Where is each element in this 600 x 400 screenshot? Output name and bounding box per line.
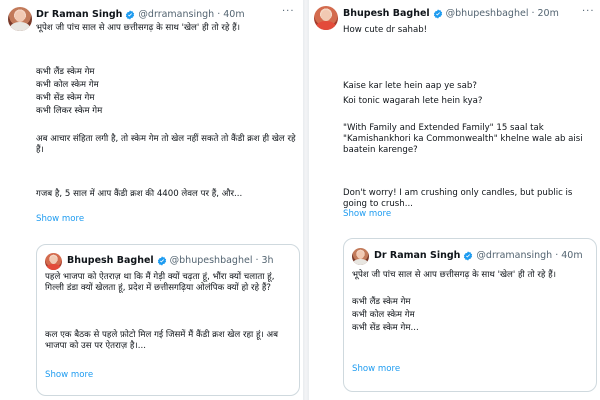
avatar-raman-singh[interactable] <box>8 7 32 31</box>
tweet-text-line: "With Family and Extended Family" 15 saa… <box>343 123 583 156</box>
tweet-time[interactable]: · 40m <box>217 9 244 20</box>
tweet-text-line: कभी लैंड स्केम गेम <box>36 67 95 77</box>
avatar-raman-singh <box>352 248 369 265</box>
show-more-link[interactable]: Show more <box>36 214 84 224</box>
author-name[interactable]: Dr Raman Singh <box>36 9 122 20</box>
show-more-link[interactable]: Show more <box>343 209 391 219</box>
quoted-author-line: Dr Raman Singh @drramansingh · 40m <box>374 250 583 261</box>
quoted-author-handle: @bhupeshbaghel <box>169 255 253 266</box>
verified-badge-icon <box>433 8 442 19</box>
quoted-tweet[interactable]: Dr Raman Singh @drramansingh · 40m भूपेश… <box>343 238 597 392</box>
tweet-text-line: अब आचार संहिता लगी है, तो स्केम गेम तो ख… <box>36 134 296 156</box>
quoted-author-name: Bhupesh Baghel <box>67 255 154 266</box>
tweet-text-line: Kaise kar lete hein aap ye sab? <box>343 81 477 91</box>
quoted-author-line: Bhupesh Baghel @bhupeshbaghel · 3h <box>67 255 274 266</box>
verified-badge-icon <box>126 9 135 20</box>
left-author-line: Dr Raman Singh @drramansingh · 40m <box>36 9 245 20</box>
quoted-text-line: कभी सेंड स्केम गेम... <box>352 323 419 333</box>
quoted-author-handle: @drramansingh <box>476 250 553 261</box>
left-tweet-card: Dr Raman Singh @drramansingh · 40m ··· भ… <box>0 0 303 400</box>
quoted-show-more-link[interactable]: Show more <box>45 370 93 380</box>
tweet-text-line: कभी सेंड स्केम गेम <box>36 93 95 103</box>
quoted-tweet-time: · 3h <box>255 255 274 266</box>
avatar-bhupesh-baghel[interactable] <box>314 6 338 30</box>
tweet-time[interactable]: · 20m <box>531 8 558 19</box>
quoted-text-line: कल एक बैठक से पहले फ़ोटो मिल गई जिसमें म… <box>45 330 279 352</box>
quoted-show-more-link[interactable]: Show more <box>352 364 400 374</box>
quoted-text-line: कभी कोल स्केम गेम <box>352 310 415 320</box>
tweet-text-line: How cute dr sahab! <box>343 25 428 35</box>
avatar-bhupesh-baghel <box>45 253 62 270</box>
quoted-tweet[interactable]: Bhupesh Baghel @bhupeshbaghel · 3h पहले … <box>36 244 300 396</box>
quoted-text-line: पहले भाजपा को ऐतराज़ था कि मैं गेड़ी क्य… <box>45 272 275 294</box>
quoted-text-line: भूपेश जी पांच साल से आप छत्तीसगढ़ के साथ… <box>352 270 556 280</box>
quoted-tweet-time: · 40m <box>555 250 583 261</box>
tweet-text-line: कभी कोल स्केम गेम <box>36 80 99 90</box>
more-options-icon[interactable]: ··· <box>582 6 595 17</box>
tweet-text-line: Koi tonic wagarah lete hein kya? <box>343 96 483 106</box>
right-author-line: Bhupesh Baghel @bhupeshbaghel · 20m <box>343 8 559 19</box>
tweet-text-line: कभी लिकर स्केम गेम <box>36 106 103 116</box>
tweet-text-line: भूपेश जी पांच साल से आप छत्तीसगढ़ के साथ… <box>36 23 240 33</box>
more-options-icon[interactable]: ··· <box>282 6 295 17</box>
tweet-text-line: Don't worry! I am crushing only candles,… <box>343 188 573 210</box>
author-handle[interactable]: @drramansingh <box>138 9 214 20</box>
tweet-text-line: गजब है, 5 साल में आप कैंडी क्रश की 4400 … <box>36 189 243 199</box>
author-name[interactable]: Bhupesh Baghel <box>343 8 430 19</box>
author-handle[interactable]: @bhupeshbaghel <box>446 8 529 19</box>
quoted-text-line: कभी लैंड स्केम गेम <box>352 297 411 307</box>
verified-badge-icon <box>464 250 473 261</box>
quoted-author-name: Dr Raman Singh <box>374 250 461 261</box>
right-tweet-card: Bhupesh Baghel @bhupeshbaghel · 20m ··· … <box>309 0 600 400</box>
verified-badge-icon <box>157 255 166 266</box>
